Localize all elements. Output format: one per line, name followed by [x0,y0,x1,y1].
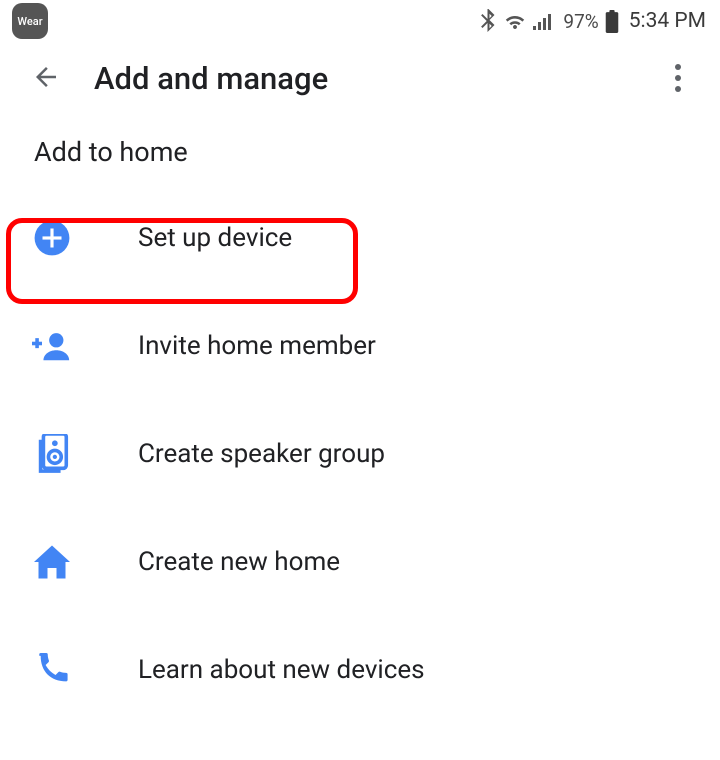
list-item-label: Invite home member [138,331,376,361]
list-item-label: Create new home [138,547,340,577]
bluetooth-icon [480,9,497,33]
phone-icon [30,648,74,692]
menu-list: Set up device Invite home member Create … [0,178,720,724]
app-badge: Wear [12,3,48,39]
list-item-invite-member[interactable]: Invite home member [0,292,720,400]
list-item-label: Learn about new devices [138,655,425,685]
list-item-set-up-device[interactable]: Set up device [0,184,720,292]
battery-icon [605,10,619,33]
list-item-speaker-group[interactable]: Create speaker group [0,400,720,508]
list-item-label: Create speaker group [138,439,385,469]
home-icon [30,540,74,584]
add-person-icon [30,324,74,368]
overflow-menu-button[interactable] [656,56,700,100]
battery-percentage: 97% [563,10,598,33]
status-bar: Wear 97% 5:34 PM [0,0,720,42]
list-item-label: Set up device [138,223,292,253]
wifi-icon [503,11,527,31]
arrow-left-icon [31,62,61,95]
app-bar: Add and manage [0,42,720,114]
plus-circle-icon [30,216,74,260]
signal-icon [533,11,555,31]
list-item-learn-devices[interactable]: Learn about new devices [0,616,720,724]
more-vert-icon [675,64,681,70]
speaker-group-icon [30,432,74,476]
back-button[interactable] [24,56,68,100]
page-title: Add and manage [94,60,328,97]
list-item-create-home[interactable]: Create new home [0,508,720,616]
clock: 5:34 PM [629,9,706,33]
section-header: Add to home [0,114,720,178]
